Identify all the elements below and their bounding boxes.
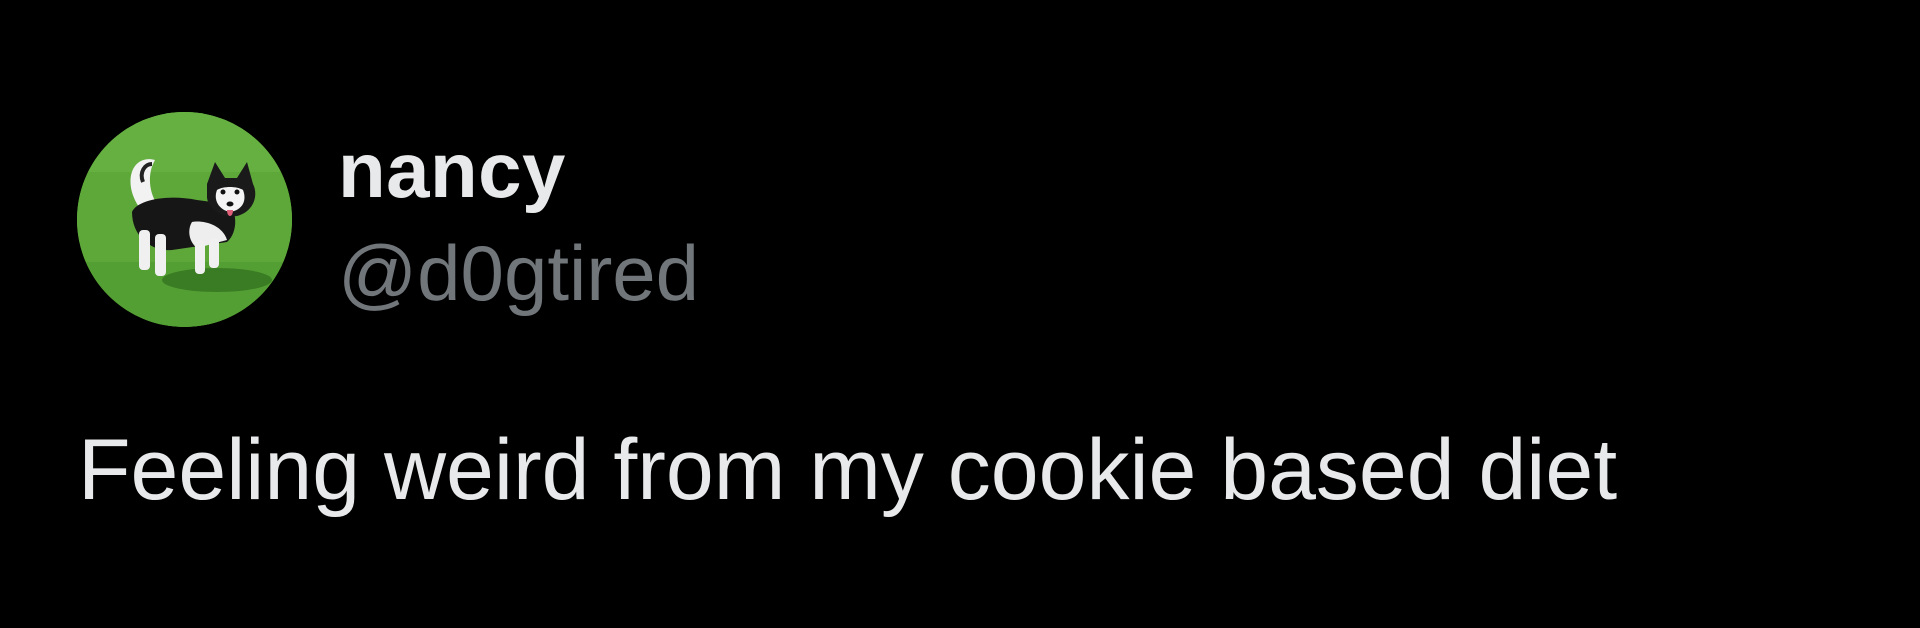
author-display-name[interactable]: nancy — [338, 125, 566, 215]
husky-dog-avatar-icon — [77, 112, 292, 327]
avatar[interactable] — [77, 112, 292, 327]
tweet-card: nancy @d0gtired Feeling weird from my co… — [0, 0, 1920, 628]
author-handle[interactable]: @d0gtired — [338, 228, 699, 318]
tweet-text: Feeling weird from my cookie based diet — [78, 422, 1618, 518]
